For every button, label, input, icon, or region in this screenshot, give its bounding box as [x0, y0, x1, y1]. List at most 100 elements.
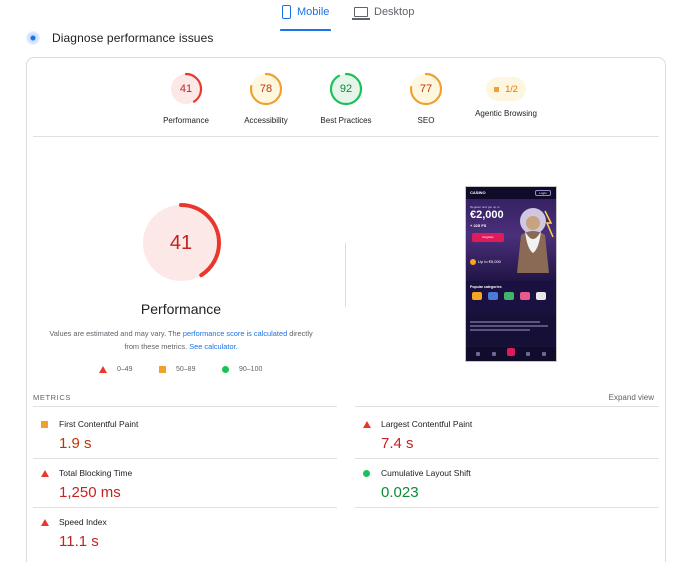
fail-triangle-icon: [41, 470, 49, 477]
diagnose-icon: [26, 31, 40, 45]
legend-average-range: 50–89: [176, 366, 196, 373]
metric-fcp-value: 1.9 s: [59, 435, 92, 452]
metric-cls: Cumulative Layout Shift 0.023: [355, 465, 645, 513]
metric-fcp: First Contentful Paint 1.9 s: [33, 416, 323, 464]
metric-tbt-title: Total Blocking Time: [59, 468, 133, 478]
category-icon: [488, 292, 498, 300]
metrics-divider: [33, 507, 337, 508]
metrics-divider: [33, 458, 337, 459]
performance-main-score: 41: [169, 232, 193, 254]
accessibility-label: Accessibility: [244, 116, 288, 125]
legend-fail-range: 0–49: [117, 366, 133, 373]
metric-cls-value: 0.023: [381, 484, 419, 501]
pass-circle-icon: [222, 366, 229, 373]
phone-icon: [282, 5, 291, 19]
preview-up-to: Up to €5,000: [470, 259, 501, 265]
preview-text-block: [466, 315, 556, 345]
score-best-practices[interactable]: 92 Best Practices: [301, 72, 391, 125]
best-practices-score: 92: [339, 83, 353, 95]
category-icon: [536, 292, 546, 300]
performance-main-gauge: 41: [140, 202, 222, 284]
agentic-browsing-score: 1/2: [505, 84, 518, 94]
tab-desktop-label: Desktop: [374, 6, 415, 18]
vertical-divider: [345, 243, 346, 307]
preview-up-to-text: Up to €5,000: [478, 259, 501, 265]
nav-icon: [492, 352, 496, 356]
metric-speed-index-value: 11.1 s: [59, 533, 99, 550]
metric-lcp-title: Largest Contentful Paint: [381, 419, 473, 429]
preview-categories: Popular categories: [466, 282, 556, 312]
score-note: Values are estimated and may vary. The p…: [44, 327, 318, 353]
preview-amount: €2,000: [470, 209, 504, 221]
nav-register-icon: [507, 348, 515, 356]
best-practices-label: Best Practices: [320, 116, 372, 125]
performance-label: Performance: [163, 116, 209, 125]
average-square-icon: [159, 366, 166, 373]
legend-pass: 90–100: [222, 366, 262, 373]
seo-label: SEO: [417, 116, 435, 125]
nav-icon: [542, 352, 546, 356]
category-icon: [504, 292, 514, 300]
performance-title: Performance: [140, 301, 222, 317]
pass-circle-icon: [363, 470, 370, 477]
legend-pass-range: 90–100: [239, 366, 263, 373]
score-performance[interactable]: 41 Performance: [141, 72, 231, 125]
tab-mobile-label: Mobile: [297, 6, 330, 18]
legend-average: 50–89: [159, 366, 195, 373]
preview-categories-title: Popular categories: [470, 285, 502, 289]
nav-icon: [476, 352, 480, 356]
preview-header: CASINO Login: [466, 187, 556, 199]
legend-fail: 0–49: [99, 366, 133, 373]
metrics-divider: [355, 507, 659, 508]
performance-score-link[interactable]: performance score is calculated: [183, 329, 287, 338]
seo-score: 77: [419, 83, 433, 95]
tab-desktop[interactable]: Desktop: [352, 6, 415, 30]
nav-icon: [526, 352, 530, 356]
preview-bottom-nav: [466, 347, 556, 361]
agentic-browsing-badge: 1/2: [486, 77, 526, 101]
page-screenshot-preview[interactable]: CASINO Login Register and get up to €2,0…: [465, 186, 557, 362]
average-square-icon: [494, 86, 500, 92]
best-practices-gauge: 92: [329, 72, 363, 106]
text-line: [470, 321, 540, 323]
desktop-icon: [352, 7, 370, 20]
metric-tbt: Total Blocking Time 1,250 ms: [33, 465, 323, 513]
preview-login-button: Login: [535, 190, 551, 196]
metrics-divider: [355, 458, 659, 459]
score-accessibility[interactable]: 78 Accessibility: [221, 72, 311, 125]
metric-cls-title: Cumulative Layout Shift: [381, 468, 471, 478]
metrics-heading: METRICS: [33, 393, 71, 402]
preview-logo: CASINO: [470, 190, 486, 195]
coin-icon: [470, 259, 476, 265]
diagnose-title: Diagnose performance issues: [52, 31, 214, 45]
seo-gauge: 77: [409, 72, 443, 106]
accessibility-score: 78: [259, 83, 273, 95]
device-tabs: Mobile Desktop: [0, 0, 694, 31]
metric-lcp-value: 7.4 s: [381, 435, 414, 452]
fail-triangle-icon: [99, 366, 107, 373]
diagnose-header: Diagnose performance issues: [26, 30, 213, 46]
summary-divider: [33, 136, 659, 137]
active-tab-indicator: [280, 29, 332, 31]
average-square-icon: [41, 421, 48, 428]
category-icon: [520, 292, 530, 300]
tab-mobile[interactable]: Mobile: [280, 5, 332, 31]
performance-gauge: 41: [169, 72, 203, 106]
preview-register-button: Register: [472, 233, 504, 242]
preview-zeus-illustration: [517, 208, 554, 273]
score-agentic-browsing[interactable]: 1/2 Agentic Browsing: [461, 72, 551, 118]
metric-speed-index-title: Speed Index: [59, 517, 107, 527]
expand-view-button[interactable]: Expand view: [609, 393, 654, 402]
fail-triangle-icon: [363, 421, 371, 428]
text-line: [470, 329, 530, 331]
metrics-divider: [33, 406, 337, 407]
metric-speed-index: Speed Index 11.1 s: [33, 514, 323, 562]
score-seo[interactable]: 77 SEO: [381, 72, 471, 125]
preview-hero: Register and get up to €2,000 + 225 FS R…: [466, 199, 556, 281]
metric-fcp-title: First Contentful Paint: [59, 419, 139, 429]
performance-score: 41: [179, 83, 193, 95]
note-text-1: Values are estimated and may vary. The: [49, 329, 183, 338]
fail-triangle-icon: [41, 519, 49, 526]
calculator-link[interactable]: See calculator.: [189, 342, 237, 351]
preview-free-spins: + 225 FS: [470, 223, 487, 228]
